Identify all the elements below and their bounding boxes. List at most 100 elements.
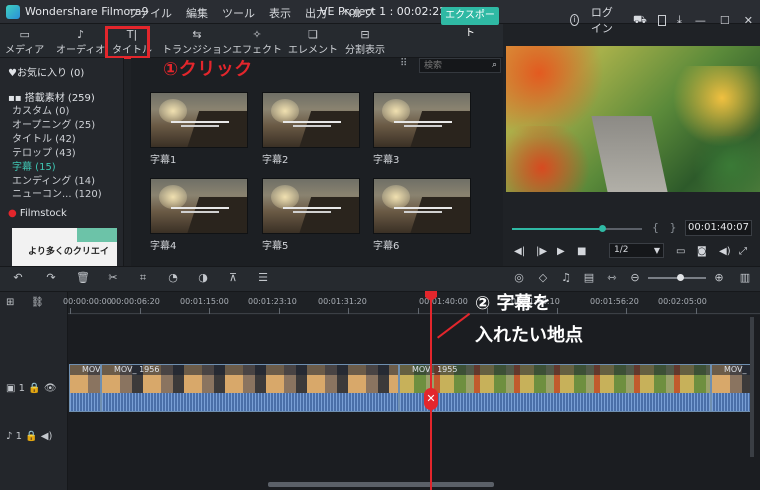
download-icon[interactable]: ⤓ [677,13,682,27]
transition-icon: ⇆ [192,28,202,41]
snapshot-icon[interactable]: ◙ [697,246,707,257]
mic-icon[interactable]: ♫ [559,271,573,284]
video-clip[interactable]: MOV_ [711,364,751,412]
maximize-icon[interactable]: ☐ [720,14,730,27]
audio-track-number: 1 [15,431,22,442]
lock-icon[interactable]: 🔒 [28,383,40,394]
library-item-new[interactable]: ニューコン... (120) [12,185,102,200]
library-item-opening[interactable]: オープニング (25) [12,116,95,131]
track-settings-icon[interactable]: ▥ [738,271,752,284]
search-box[interactable]: ⌕ [419,58,501,73]
zoom-out-icon[interactable]: ⊖ [628,271,642,284]
display-icon[interactable]: ▭ [676,246,685,257]
subtitle-thumb-4[interactable] [150,178,248,234]
delete-icon[interactable]: 🗑 [76,271,90,284]
favorites-item[interactable]: ♥お気に入り (0) [8,64,84,79]
timeline-ruler[interactable] [68,292,760,314]
subtitle-thumb-3[interactable] [373,92,471,148]
render-icon[interactable]: ◎ [512,271,526,284]
step-forward-icon[interactable]: |▶ [536,246,547,257]
fullscreen-icon[interactable]: ⤢ [739,246,747,257]
undo-icon[interactable]: ↶ [11,271,25,284]
minimize-icon[interactable]: — [695,14,706,27]
stop-icon[interactable]: ■ [577,246,586,257]
tab-audio-label: オーディオ [56,45,106,56]
speed-icon[interactable]: ◔ [166,271,180,284]
menu-file[interactable]: ファイル [128,5,172,21]
play-icon[interactable]: ▶ [557,246,565,257]
redo-icon[interactable]: ↷ [44,271,58,284]
tab-media-label: メディア [5,45,45,56]
video-track-number: 1 [18,383,26,394]
menu-edit[interactable]: 編集 [186,5,208,21]
video-clip[interactable]: MOV_ 1955 [399,364,711,412]
cart-icon[interactable]: ⛟ [633,13,647,28]
subtitle-thumb-1[interactable] [150,92,248,148]
link-icon[interactable]: ⛓ [31,297,44,308]
preview-scrub-handle[interactable] [598,225,606,232]
menu-view[interactable]: 表示 [269,5,291,21]
tab-transition[interactable]: ⇆ トランジション [162,28,232,56]
info-icon[interactable]: i [570,14,579,26]
login-link[interactable]: ログイン [591,4,621,36]
eye-icon[interactable]: 👁 [44,383,57,394]
volume-icon[interactable]: ◀) [719,246,731,257]
ruler-time: 00:02:05:00 [658,297,707,306]
library-item-custom[interactable]: カスタム (0) [12,102,69,117]
mark-in-out-icon[interactable]: { } [652,221,677,234]
tab-elements-label: エレメント [288,45,338,56]
subtitle-thumb-5[interactable] [262,178,360,234]
tab-split-screen[interactable]: ⊟ 分割表示 [345,28,385,56]
crop-icon[interactable]: ⌗ [136,271,150,285]
zoom-in-icon[interactable]: ⊕ [712,271,726,284]
preview-ratio-select[interactable]: 1/2 ▼ [609,243,664,258]
video-clip[interactable]: MOV_ 1956 [69,364,101,412]
voiceover-icon[interactable]: ▤ [582,271,596,284]
tab-media[interactable]: ▭ メディア [5,28,44,56]
timeline-horizontal-scrollbar[interactable] [268,482,494,487]
snap-icon[interactable]: ⇿ [605,271,619,284]
marker-icon[interactable]: ◇ [536,271,550,284]
grid-view-icon[interactable]: ⠿ [400,59,410,69]
green-screen-icon[interactable]: ⊼ [226,271,240,284]
thumb-label: 字幕6 [373,241,400,252]
thumb-label: 字幕3 [373,155,400,166]
video-clip[interactable]: MOV_ 1956 [101,364,399,412]
export-button[interactable]: エクスポート [441,7,499,39]
zoom-slider-handle[interactable] [677,274,684,281]
ruler-time: 00:01:15:00 [180,297,229,306]
audio-adjust-icon[interactable]: ☰ [256,271,270,284]
close-icon[interactable]: ✕ [744,14,753,27]
library-item-telop[interactable]: テロップ (43) [12,144,76,159]
filmstock-item[interactable]: ● Filmstock [8,208,67,219]
tab-effects[interactable]: ✧ エフェクト [232,28,282,56]
clip-label: MOV_ 1955 [400,365,710,375]
library-item-title[interactable]: タイトル (42) [12,130,76,145]
tab-elements[interactable]: ❏ エレメント [288,28,338,56]
clip-label: MOV_ 1956 [70,365,100,375]
search-input[interactable] [424,60,484,72]
speaker-icon[interactable]: ◀) [41,431,53,442]
annotation-highlight-box [105,26,150,59]
cut-icon[interactable]: ✂ [106,271,120,284]
thumb-label: 字幕4 [150,241,177,252]
library-item-subtitle[interactable]: 字幕 (15) [12,158,56,173]
subtitle-thumb-6[interactable] [373,178,471,234]
split-scissor-icon[interactable]: ✕ [424,388,438,410]
tab-split-screen-label: 分割表示 [345,45,385,56]
timeline-vertical-scrollbar[interactable] [750,317,754,457]
message-icon[interactable] [657,14,667,26]
clip-label: MOV_ [712,365,750,375]
step-back-icon[interactable]: ◀| [514,246,525,257]
subtitle-thumb-2[interactable] [262,92,360,148]
search-icon[interactable]: ⌕ [492,60,497,70]
clip-label: MOV_ 1956 [102,365,398,375]
tab-audio[interactable]: ♪ オーディオ [56,28,105,56]
color-icon[interactable]: ◑ [196,271,210,284]
menu-tools[interactable]: ツール [222,5,255,21]
add-track-icon[interactable]: ⊞ [6,297,14,308]
music-note-icon: ♪ [6,431,13,442]
lock-icon[interactable]: 🔒 [25,431,37,442]
filmstock-banner[interactable]: より多くのクリエイ [12,228,117,266]
film-icon: ▣ [6,383,16,394]
